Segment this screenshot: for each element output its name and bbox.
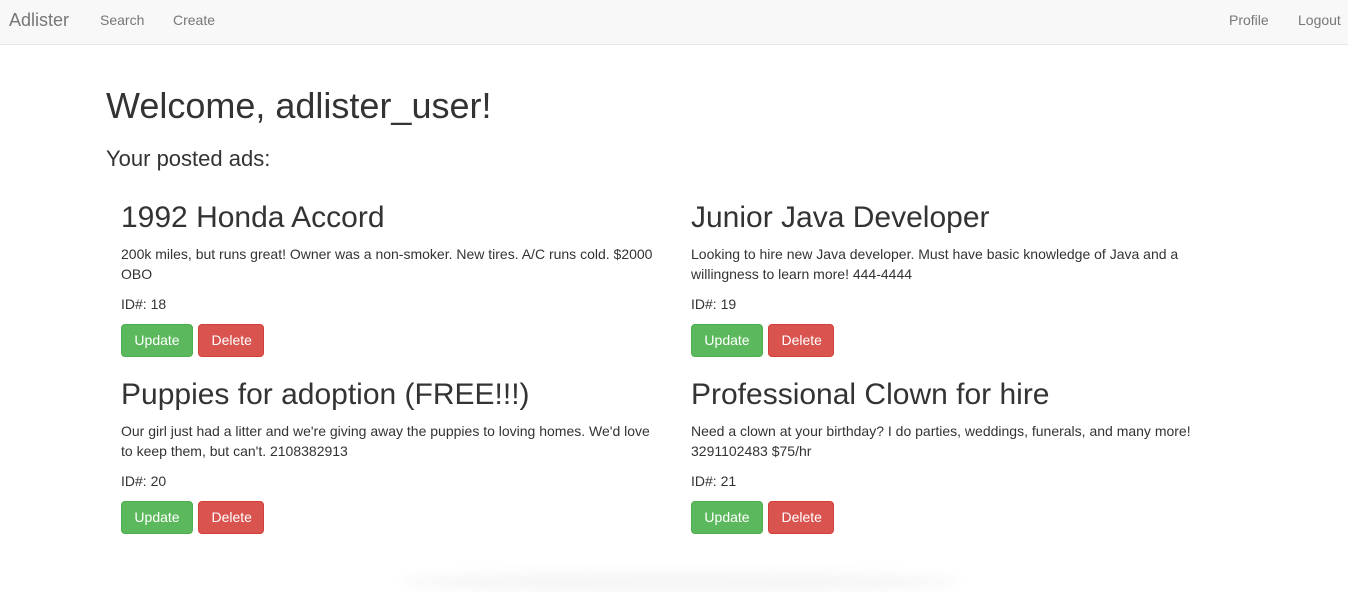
ad-id: ID#: 21 [691,473,737,489]
nav-search-link[interactable]: Search [100,12,144,28]
delete-button[interactable]: Delete [198,501,265,534]
posted-ads-heading: Your posted ads: [106,146,271,171]
ad-title: 1992 Honda Accord [121,201,385,234]
ad-description: Looking to hire new Java developer. Must… [691,246,1179,282]
ad-card: Puppies for adoption (FREE!!!) Our girl … [121,377,666,535]
ad-id: ID#: 19 [691,296,737,312]
ad-description: 200k miles, but runs great! Owner was a … [121,246,653,282]
delete-button[interactable]: Delete [768,501,835,534]
ad-card: Junior Java Developer Looking to hire ne… [691,200,1236,358]
nav-create-link[interactable]: Create [173,12,215,28]
update-button[interactable]: Update [121,324,193,357]
ad-actions: Update Delete [691,501,1236,535]
ad-title: Professional Clown for hire [691,378,1050,411]
welcome-heading: Welcome, adlister_user! [106,85,492,126]
navbar: Adlister Search Create Profile Logout [0,0,1348,45]
update-button[interactable]: Update [121,501,193,534]
brand-link[interactable]: Adlister [9,10,69,30]
ad-title: Puppies for adoption (FREE!!!) [121,378,530,411]
ad-title: Junior Java Developer [691,201,990,234]
ad-id: ID#: 20 [121,473,167,489]
delete-button[interactable]: Delete [768,324,835,357]
ad-card: Professional Clown for hire Need a clown… [691,377,1236,535]
update-button[interactable]: Update [691,501,763,534]
ad-description: Need a clown at your birthday? I do part… [691,423,1191,459]
nav-profile-link[interactable]: Profile [1229,12,1269,28]
nav-logout-link[interactable]: Logout [1298,12,1341,28]
ad-actions: Update Delete [121,501,666,535]
ad-description: Our girl just had a litter and we're giv… [121,423,650,459]
ad-card: 1992 Honda Accord 200k miles, but runs g… [121,200,666,358]
update-button[interactable]: Update [691,324,763,357]
delete-button[interactable]: Delete [198,324,265,357]
ad-actions: Update Delete [691,324,1236,358]
ad-id: ID#: 18 [121,296,167,312]
ad-actions: Update Delete [121,324,666,358]
bottom-shadow [400,572,960,592]
